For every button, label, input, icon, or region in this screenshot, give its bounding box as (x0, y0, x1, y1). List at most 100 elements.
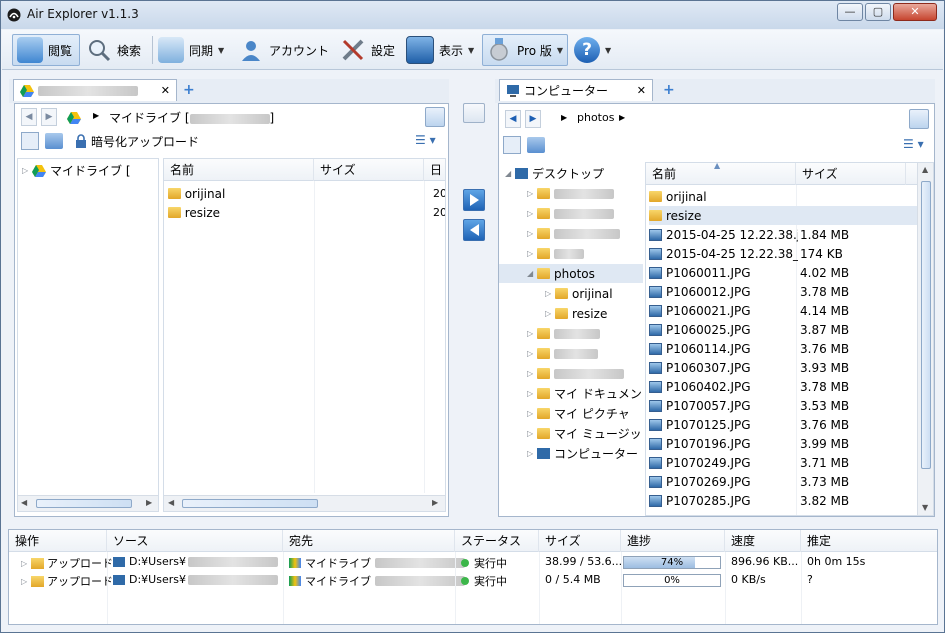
column-operation[interactable]: 操作 (9, 530, 107, 552)
expand-icon[interactable]: ▷ (527, 189, 537, 198)
back-button[interactable]: ◀ (21, 108, 37, 126)
expand-icon[interactable]: ▷ (527, 389, 537, 398)
tab-google-drive[interactable]: ✕ (13, 79, 177, 101)
expand-icon[interactable]: ▷ (527, 369, 537, 378)
list-item[interactable]: orijinal 20 (168, 184, 445, 203)
column-name[interactable]: 名前 (646, 163, 796, 185)
list-item[interactable]: resize 20 (168, 203, 445, 222)
list-item[interactable]: P1070196.JPG 3.99 MB (649, 434, 917, 453)
column-name[interactable]: 名前 (164, 159, 314, 181)
browse-button[interactable]: 閲覧 (12, 34, 80, 66)
tree-toggle-button[interactable] (21, 132, 39, 150)
tree-item[interactable]: ▷ (499, 364, 643, 383)
column-date[interactable]: 日 (424, 159, 445, 181)
refresh-button[interactable] (425, 107, 445, 127)
tree-item[interactable]: ◢ デスクトップ (499, 164, 643, 183)
list-item[interactable]: P1060402.JPG 3.78 MB (649, 377, 917, 396)
add-tab-button[interactable]: + (183, 82, 195, 98)
view-button[interactable]: 表示 ▼ (406, 34, 478, 66)
tree-item[interactable]: ▷ (499, 244, 643, 263)
expand-icon[interactable]: ▷ (545, 309, 555, 318)
list-item[interactable]: P1070249.JPG 3.71 MB (649, 453, 917, 472)
expand-icon[interactable]: ▷ (527, 349, 537, 358)
column-eta[interactable]: 推定 (801, 530, 937, 552)
scroll-down-icon[interactable]: ▼ (922, 503, 928, 512)
column-source[interactable]: ソース (107, 530, 283, 552)
transfer-row[interactable]: ▷ アップロード D:¥Users¥ マイドライブ 実行中 38.99 / 53.6...… (9, 554, 937, 572)
forward-button[interactable]: ▶ (525, 110, 541, 128)
transfer-row[interactable]: ▷ アップロード D:¥Users¥ マイドライブ 実行中 0 / 5.4 MB 0% 0 K… (9, 572, 937, 590)
column-progress[interactable]: 進捗 (621, 530, 725, 552)
expand-icon[interactable]: ▷ (527, 409, 537, 418)
tree-item[interactable]: ▷ マイ ピクチャ (499, 404, 643, 423)
column-size[interactable]: サイズ (314, 159, 424, 181)
close-icon[interactable]: ✕ (161, 84, 170, 97)
pro-button[interactable]: Pro 版 ▼ (482, 34, 568, 66)
list-item[interactable]: P1070269.JPG 3.73 MB (649, 472, 917, 491)
expand-icon[interactable]: ▷ (21, 577, 31, 586)
expand-icon[interactable]: ▷ (527, 329, 537, 338)
expand-icon[interactable]: ▷ (527, 449, 537, 458)
list-item[interactable]: P1060307.JPG 3.93 MB (649, 358, 917, 377)
right-list-vscroll[interactable]: ▲ ▼ (917, 163, 933, 515)
scroll-left-icon[interactable]: ◀ (168, 498, 174, 507)
tab-computer[interactable]: コンピューター ✕ (499, 79, 653, 101)
minimize-button[interactable]: — (837, 3, 863, 21)
breadcrumb[interactable]: photos (577, 111, 614, 124)
help-button[interactable]: ? ▼ (574, 34, 612, 66)
scroll-thumb[interactable] (921, 181, 931, 469)
scroll-left-icon[interactable]: ◀ (21, 498, 27, 507)
view-mode-button[interactable]: ☰ ▾ (903, 137, 924, 151)
close-icon[interactable]: ✕ (637, 84, 646, 97)
tree-item[interactable]: ▷ マイ ドキュメン (499, 384, 643, 403)
forward-button[interactable]: ▶ (41, 108, 57, 126)
list-item[interactable]: orijinal (649, 187, 917, 206)
collapse-icon[interactable]: ◢ (505, 169, 515, 178)
list-item[interactable]: P1060021.JPG 4.14 MB (649, 301, 917, 320)
expand-icon[interactable]: ▷ (527, 209, 537, 218)
tree-item[interactable]: ▷ resize (499, 304, 643, 323)
new-folder-button[interactable] (527, 137, 545, 153)
tree-item[interactable]: ▷ (499, 204, 643, 223)
list-item[interactable]: resize (649, 206, 917, 225)
search-button[interactable]: 検索 (86, 34, 146, 66)
tree-item[interactable]: ◢ photos (499, 264, 643, 283)
tree-item[interactable]: ▷ (499, 184, 643, 203)
maximize-button[interactable]: ▢ (865, 3, 891, 21)
scroll-right-icon[interactable]: ▶ (432, 498, 438, 507)
column-destination[interactable]: 宛先 (283, 530, 455, 552)
breadcrumb[interactable]: マイドライブ [] (109, 109, 274, 126)
close-button[interactable]: ✕ (893, 3, 937, 21)
sync-button[interactable]: 同期 ▼ (158, 34, 230, 66)
column-size[interactable]: サイズ (796, 163, 906, 185)
list-item[interactable]: P1070125.JPG 3.76 MB (649, 415, 917, 434)
settings-button[interactable]: 設定 (340, 34, 400, 66)
copy-right-button[interactable] (463, 189, 485, 211)
tree-item[interactable]: ▷ (499, 344, 643, 363)
expand-icon[interactable]: ▷ (527, 249, 537, 258)
copy-left-button[interactable] (463, 219, 485, 241)
encrypted-upload-toggle[interactable]: 暗号化アップロード (91, 133, 199, 150)
tree-item[interactable]: ▷ orijinal (499, 284, 643, 303)
list-item[interactable]: P1060025.JPG 3.87 MB (649, 320, 917, 339)
view-mode-button[interactable]: ☰ ▾ (415, 133, 436, 147)
list-item[interactable]: 2015-04-25 12.22.38.jpg1.84 MB (649, 225, 917, 244)
column-status[interactable]: ステータス (455, 530, 539, 552)
expand-icon[interactable]: ▷ (527, 429, 537, 438)
scroll-thumb[interactable] (36, 499, 132, 508)
scroll-up-icon[interactable]: ▲ (922, 165, 928, 174)
tree-item[interactable]: ▷ マイ ミュージッ (499, 424, 643, 443)
list-item[interactable]: P1070057.JPG 3.53 MB (649, 396, 917, 415)
column-size[interactable]: サイズ (539, 530, 621, 552)
scroll-thumb[interactable] (182, 499, 318, 508)
tree-item-my-drive[interactable]: ▷ マイドライブ [ (22, 161, 131, 180)
list-item[interactable]: 2015-04-25 12.22.38_4...174 KB (649, 244, 917, 263)
expand-icon[interactable]: ▷ (527, 229, 537, 238)
tree-toggle-button[interactable] (503, 136, 521, 154)
tree-item[interactable]: ▷ (499, 324, 643, 343)
expand-icon[interactable]: ▷ (21, 559, 31, 568)
refresh-button[interactable] (909, 109, 929, 129)
account-button[interactable]: アカウント (238, 34, 332, 66)
left-list-hscroll[interactable]: ◀ ▶ (164, 495, 445, 511)
list-item[interactable]: P1060012.JPG 3.78 MB (649, 282, 917, 301)
